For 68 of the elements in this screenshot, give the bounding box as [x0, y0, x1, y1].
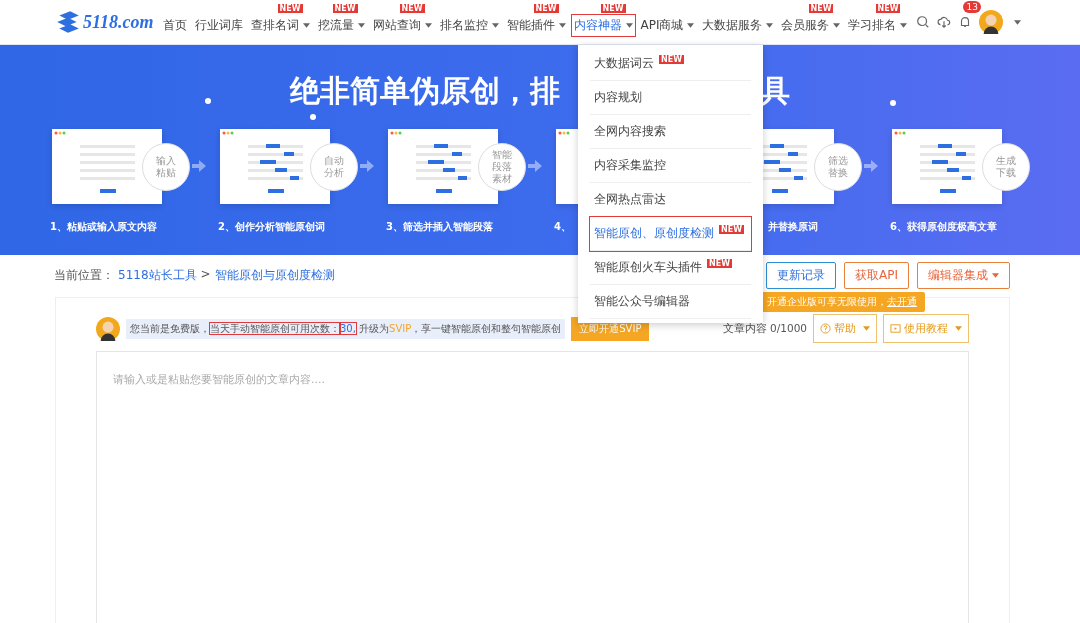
dot-icon — [890, 100, 896, 106]
nav-item[interactable]: 智能插件 — [503, 13, 569, 37]
banner-title: 具 — [760, 72, 790, 110]
menu-item[interactable]: 内容规划 — [590, 81, 751, 115]
menu-item[interactable]: 内容采集监控 — [590, 149, 751, 183]
step-label: 2、创作分析智能原创词 — [218, 221, 325, 232]
new-badge: NEW — [719, 225, 744, 234]
nav-item[interactable]: 会员服务 — [778, 13, 844, 37]
breadcrumb-link[interactable]: 5118站长工具 — [118, 266, 197, 284]
menu-item[interactable]: 全网热点雷达 — [590, 183, 751, 217]
new-badge: NEW — [875, 3, 901, 13]
caret-icon — [863, 326, 870, 331]
nav-item[interactable]: 挖流量 — [314, 13, 368, 37]
caret-icon — [955, 326, 962, 331]
menu-item[interactable]: 大数据词云 NEW — [590, 47, 751, 81]
nav-item[interactable]: 内容神器 — [570, 13, 636, 37]
step-label: 4、 — [554, 221, 571, 232]
dot-icon — [205, 98, 211, 104]
breadcrumb-link[interactable]: 智能原创与原创度检测 — [214, 266, 335, 284]
new-badge: NEW — [277, 3, 303, 13]
nav-item[interactable]: 排名监控 — [436, 13, 502, 37]
menu-item[interactable]: 智能公众号编辑器 — [590, 285, 751, 319]
nav-item[interactable]: API商城 — [637, 13, 698, 37]
breadcrumb-separator: > — [200, 266, 211, 283]
banner-title: 绝非简单伪原创，排 — [290, 72, 560, 110]
search-icon[interactable] — [916, 15, 931, 29]
step-badge-label: 输入粘贴 — [155, 155, 177, 179]
menu-item[interactable]: 智能原创火车头插件 NEW — [590, 251, 751, 285]
logo-icon — [55, 9, 81, 35]
nav-item[interactable]: 首页 — [159, 13, 190, 37]
notice-text: 您当前是免费版，当天手动智能原创可用次数：30, 升级为SVIP，享一键智能原创和整句智能原创 — [126, 318, 566, 339]
step-badge-label: 智能段落素材 — [491, 149, 513, 185]
nav-item[interactable]: 查排名词 — [247, 13, 313, 37]
step-label: 3、筛选并插入智能段落 — [386, 221, 493, 232]
avatar[interactable] — [979, 10, 1004, 34]
step-badge-label: 筛选替换 — [827, 155, 849, 179]
new-badge: NEW — [707, 259, 732, 268]
nav-item[interactable]: 网站查询 — [369, 13, 435, 37]
action-button[interactable]: 获取API — [844, 261, 909, 289]
new-badge: NEW — [659, 55, 684, 64]
action-button[interactable]: 编辑器集成 — [917, 261, 1010, 289]
new-badge: NEW — [332, 3, 358, 13]
caret-icon[interactable] — [1014, 19, 1022, 25]
step-badge-label: 生成下载 — [995, 155, 1017, 179]
cloud-download-icon[interactable] — [937, 15, 952, 29]
step-label: 1、粘贴或输入原文内容 — [50, 221, 157, 232]
breadcrumb-label: 当前位置： — [54, 266, 114, 284]
notification-count: 13 — [963, 1, 981, 13]
new-badge: NEW — [808, 3, 834, 13]
help-icon — [820, 323, 831, 334]
new-badge: NEW — [399, 3, 425, 13]
article-input[interactable]: 请输入或是粘贴您要智能原创的文章内容.... — [96, 351, 969, 623]
step-label: 6、获得原创度极高文章 — [890, 221, 997, 232]
nav-item[interactable]: 大数据服务 — [699, 13, 777, 37]
logo-text[interactable]: 5118.com — [83, 11, 154, 33]
avatar — [96, 316, 120, 341]
new-badge: NEW — [600, 3, 626, 13]
nav-item[interactable]: 学习排名 — [845, 13, 911, 37]
menu-item[interactable]: 智能原创、原创度检测 NEW — [590, 217, 751, 251]
dot-icon — [310, 114, 316, 120]
step-label: 并替换原词 — [768, 220, 818, 234]
menu-item[interactable]: 全网内容搜索 — [590, 115, 751, 149]
action-button[interactable]: 更新记录 — [766, 261, 836, 289]
nav-item[interactable]: 行业词库 — [191, 13, 246, 37]
new-badge: NEW — [533, 3, 559, 13]
video-icon — [890, 323, 901, 334]
word-counter: 文章内容 0/1000 — [722, 321, 807, 336]
step-badge-label: 自动分析 — [323, 155, 345, 179]
